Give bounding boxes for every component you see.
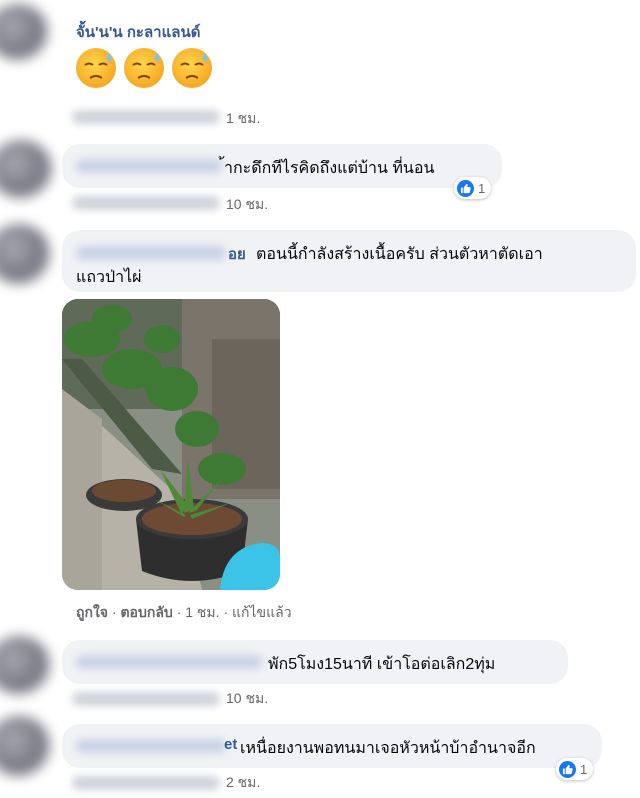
blurred-name [76, 655, 262, 669]
comment-time[interactable]: 1 ชม. [185, 604, 219, 620]
blurred-actions [72, 776, 220, 790]
comment-time[interactable]: 10 ชม. [226, 688, 268, 710]
downcast-face-with-sweat-icon [76, 48, 116, 88]
separator: · [176, 604, 182, 620]
blurred-name [76, 246, 226, 260]
comment-time[interactable]: 10 ชม. [226, 194, 268, 216]
downcast-face-with-sweat-icon [124, 48, 164, 88]
avatar[interactable] [0, 4, 48, 60]
reaction-count[interactable]: 1 [454, 177, 492, 199]
comment-time[interactable]: 1 ชม. [226, 108, 260, 130]
avatar[interactable] [0, 224, 50, 284]
comment-time[interactable]: 2 ชม. [226, 772, 260, 794]
avatar[interactable] [0, 636, 50, 694]
blurred-actions [72, 196, 220, 210]
edited-label[interactable]: แก้ไขแล้ว [232, 604, 292, 620]
comment-text: พัก5โมง15นาที เข้าโอต่อเลิก2ทุ่ม [268, 656, 496, 673]
like-icon [457, 179, 474, 197]
reaction-count-value: 1 [478, 180, 486, 196]
blurred-name [76, 159, 222, 173]
blurred-actions [72, 110, 220, 124]
reaction-count[interactable]: 1 [556, 758, 594, 780]
downcast-face-with-sweat-icon [172, 48, 212, 88]
like-action[interactable]: ถูกใจ [76, 604, 108, 620]
blurred-name [76, 739, 226, 753]
reaction-count-value: 1 [580, 761, 588, 777]
comment-text: เหนื่อยงานพอทนมาเจอหัวหน้าบ้าอำนาจอีก [240, 740, 536, 757]
commenter-name[interactable]: et [224, 736, 237, 753]
separator: · [111, 604, 117, 620]
comment-text: ้ากะดึกทีไรคิดถึงแต่บ้าน ที่นอน [224, 160, 435, 177]
comment-photo[interactable] [62, 299, 280, 590]
commenter-name[interactable]: จั้น'น'น กะลาแลนด์ [76, 20, 200, 44]
avatar[interactable] [0, 716, 50, 776]
separator: · [223, 604, 229, 620]
comment-text: แถวป่าไผ่ [76, 269, 142, 286]
like-icon [559, 760, 576, 778]
avatar[interactable] [0, 140, 52, 198]
comment-actions: ถูกใจ · ตอบกลับ · 1 ชม. · แก้ไขแล้ว [76, 602, 292, 624]
reply-action[interactable]: ตอบกลับ [120, 604, 172, 620]
blurred-actions [72, 692, 220, 706]
comment-text: ตอนนี้กำลังสร้างเนื้อครับ ส่วนตัวหาตัดเอ… [256, 246, 543, 263]
commenter-name[interactable]: อย [228, 242, 246, 266]
